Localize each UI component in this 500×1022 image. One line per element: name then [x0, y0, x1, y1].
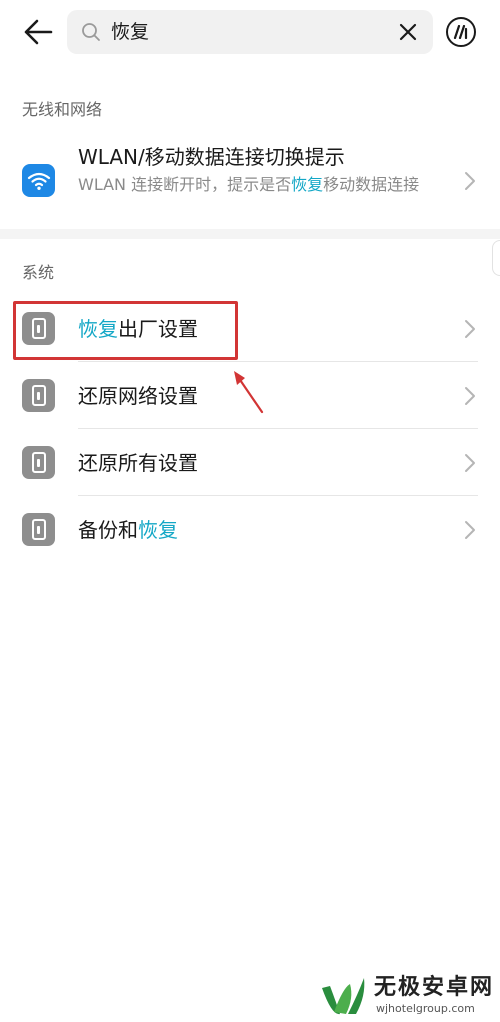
- scroll-indicator[interactable]: [492, 240, 500, 276]
- section-header-system: 系统: [22, 263, 55, 282]
- chevron-right-icon: [465, 172, 475, 190]
- chevron-right-icon: [465, 521, 475, 539]
- search-input[interactable]: 恢复: [111, 19, 149, 45]
- row-divider: [78, 495, 478, 496]
- setting-title: WLAN/移动数据连接切换提示: [78, 145, 345, 169]
- settings-info-icon: [22, 446, 55, 479]
- wifi-icon: [22, 164, 55, 197]
- setting-row-reset-all[interactable]: 还原所有设置: [0, 430, 500, 496]
- row-divider: [78, 428, 478, 429]
- search-bar[interactable]: 恢复: [67, 10, 433, 54]
- top-bar: 恢复: [0, 0, 500, 66]
- watermark-url: wjhotelgroup.com: [376, 1002, 475, 1015]
- ai-assistant-button[interactable]: [446, 17, 476, 47]
- setting-label: 还原网络设置: [78, 384, 198, 408]
- settings-info-icon: [22, 513, 55, 546]
- ai-assistant-icon: [453, 25, 468, 39]
- setting-row-backup-restore[interactable]: 备份和恢复: [0, 497, 500, 563]
- watermark-title: 无极安卓网: [374, 975, 495, 1000]
- setting-label: 还原所有设置: [78, 451, 198, 475]
- back-button[interactable]: [20, 14, 56, 50]
- annotation-highlight-box: [13, 301, 238, 360]
- annotation-arrow-icon: [234, 371, 264, 414]
- close-icon: [399, 23, 417, 41]
- chevron-right-icon: [465, 387, 475, 405]
- setting-label: 备份和恢复: [78, 518, 178, 542]
- settings-info-icon: [22, 379, 55, 412]
- chevron-right-icon: [465, 454, 475, 472]
- section-header-wireless: 无线和网络: [22, 100, 103, 119]
- setting-description: WLAN 连接断开时，提示是否恢复移动数据连接: [78, 175, 420, 194]
- search-highlight: 恢复: [138, 518, 178, 542]
- search-highlight: 恢复: [291, 175, 324, 194]
- watermark-logo-icon: [322, 978, 365, 1015]
- chevron-right-icon: [465, 320, 475, 338]
- watermark: 无极安卓网 wjhotelgroup.com: [320, 972, 500, 1022]
- clear-search-button[interactable]: [397, 21, 419, 43]
- setting-row-wlan-switch-prompt[interactable]: WLAN/移动数据连接切换提示 WLAN 连接断开时，提示是否恢复移动数据连接: [0, 134, 500, 228]
- section-divider: [0, 229, 500, 239]
- search-icon: [82, 23, 100, 41]
- arrow-left-icon: [24, 19, 53, 45]
